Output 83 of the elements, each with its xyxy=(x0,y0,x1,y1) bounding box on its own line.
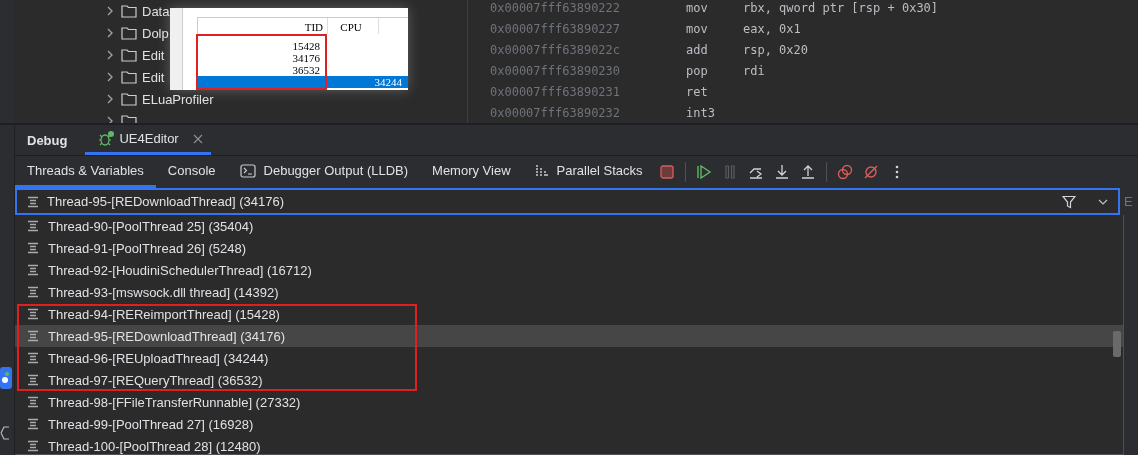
process-row[interactable]: 36532 xyxy=(198,64,326,76)
thread-icon xyxy=(27,352,39,364)
instruction-mnemonic: pop xyxy=(686,63,709,78)
process-row[interactable]: 15428 xyxy=(198,40,326,52)
close-icon[interactable] xyxy=(192,133,203,144)
panel-tab[interactable]: Debugger Output (LLDB) xyxy=(227,156,421,188)
thread-row[interactable]: Thread-90-[PoolThread 25] (35404) xyxy=(15,215,1123,237)
folder-icon xyxy=(121,70,137,84)
column-header[interactable]: CPU xyxy=(326,21,376,33)
instruction-address: 0x00007fff63890227 xyxy=(490,21,622,36)
thread-icon xyxy=(27,195,39,208)
thread-row[interactable]: Thread-97-[REQueryThread] (36532) xyxy=(15,369,1123,391)
process-row[interactable]: 34176 xyxy=(198,52,326,64)
stacks-icon xyxy=(534,164,549,177)
folder-icon xyxy=(121,4,137,18)
instruction-address: 0x00007fff63890231 xyxy=(490,84,622,99)
thread-icon xyxy=(27,242,39,254)
chevron-icon[interactable] xyxy=(106,6,114,16)
thread-icon xyxy=(27,264,39,276)
folder-icon xyxy=(121,26,137,40)
thread-row[interactable]: Thread-93-[mswsock.dll thread] (14392) xyxy=(15,281,1123,303)
resume-icon[interactable] xyxy=(695,164,712,180)
terminal-icon xyxy=(239,163,256,178)
folder-icon xyxy=(121,48,137,62)
process-row[interactable]: 34244 xyxy=(198,76,408,88)
instruction-address: 0x00007fff63890222 xyxy=(490,0,622,15)
step-into-icon[interactable] xyxy=(773,164,790,180)
scrollbar-thumb[interactable] xyxy=(1113,331,1121,357)
mute-icon[interactable] xyxy=(862,164,879,180)
chevron-down-icon[interactable] xyxy=(1098,198,1108,205)
thread-row[interactable]: Thread-92-[HoudiniSchedulerThread] (16712) xyxy=(15,259,1123,281)
bug-icon[interactable] xyxy=(0,367,12,389)
folder-name[interactable]: ELuaProfiler xyxy=(142,91,214,107)
panel-tab[interactable]: Console xyxy=(155,156,228,188)
instruction-mnemonic: ret xyxy=(686,84,709,99)
folder-name[interactable]: Data xyxy=(142,3,170,19)
instruction-mnemonic: mov xyxy=(686,21,709,36)
folder-icon xyxy=(121,92,137,106)
thread-icon xyxy=(27,374,39,386)
thread-icon xyxy=(27,330,39,342)
panel-title: Debug xyxy=(26,132,69,148)
instruction-operands: rdi xyxy=(743,63,765,78)
panel-tab[interactable]: Parallel Stacks xyxy=(522,156,655,188)
filter-icon[interactable] xyxy=(1062,194,1076,209)
chevron-icon[interactable] xyxy=(106,50,114,60)
thread-icon xyxy=(27,440,39,452)
thread-row[interactable]: Thread-100-[PoolThread 28] (12480) xyxy=(15,435,1123,454)
instruction-address: 0x00007fff63890232 xyxy=(490,105,622,120)
folder-name[interactable]: Dolp xyxy=(142,25,169,41)
folder-name[interactable]: Edit xyxy=(142,69,165,85)
thread-icon xyxy=(27,396,39,408)
thread-icon xyxy=(27,220,39,232)
side-label: E xyxy=(1123,193,1134,211)
instruction-address: 0x00007fff63890230 xyxy=(490,63,622,78)
panel-tab[interactable]: Memory View xyxy=(420,156,523,188)
thread-icon xyxy=(27,308,39,320)
thread-row[interactable]: Thread-95-[REDownloadThread] (34176) xyxy=(15,325,1123,347)
column-header[interactable]: TID xyxy=(198,21,326,33)
instruction-operands: rsp, 0x20 xyxy=(743,42,809,57)
instruction-mnemonic: add xyxy=(686,42,709,57)
thread-row[interactable]: Thread-98-[FFileTransferRunnable] (27332) xyxy=(15,391,1123,413)
stop-icon[interactable] xyxy=(658,164,675,180)
instruction-mnemonic: mov xyxy=(686,0,709,15)
instruction-address: 0x00007fff6389022c xyxy=(490,42,622,57)
bug-icon xyxy=(97,130,116,147)
breakpoints-icon[interactable] xyxy=(836,164,853,180)
thread-row[interactable]: Thread-94-[REReimportThread] (15428) xyxy=(15,303,1123,325)
chevron-icon[interactable] xyxy=(106,72,114,82)
thread-row[interactable]: Thread-91-[PoolThread 26] (5248) xyxy=(15,237,1123,259)
instruction-operands: eax, 0x1 xyxy=(743,21,801,36)
instruction-mnemonic: int3 xyxy=(686,105,716,120)
session-tab[interactable]: UE4Editor xyxy=(85,125,211,155)
chevron-icon[interactable] xyxy=(106,116,114,123)
chevron-icon[interactable] xyxy=(106,28,114,38)
instruction-operands: rbx, qword ptr [rsp + 0x30] xyxy=(743,0,939,15)
chevron-icon[interactable] xyxy=(106,94,114,104)
step-out-icon[interactable] xyxy=(799,164,816,180)
thread-icon xyxy=(27,418,39,430)
thread-row[interactable]: Thread-96-[REUploadThread] (34244) xyxy=(15,347,1123,369)
thread-selector[interactable]: Thread-95-[REDownloadThread] (34176) xyxy=(15,188,1120,215)
thread-row[interactable]: Thread-99-[PoolThread 27] (16928) xyxy=(15,413,1123,435)
folder-name[interactable]: Edit xyxy=(142,47,165,63)
thread-icon xyxy=(27,286,39,298)
